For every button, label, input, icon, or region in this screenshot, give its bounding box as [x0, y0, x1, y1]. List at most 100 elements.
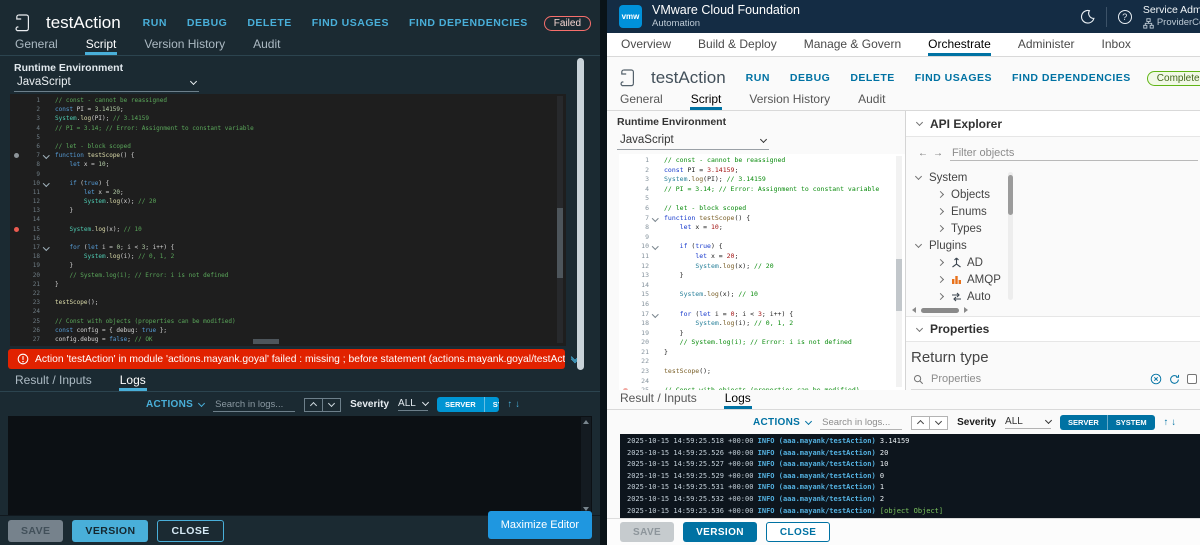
breakpoint-gutter[interactable] [619, 319, 632, 329]
fold-toggle[interactable] [40, 243, 52, 252]
refresh-icon[interactable] [1169, 374, 1180, 385]
version-button[interactable]: VERSION [72, 519, 149, 542]
nav-tab-orchestrate[interactable]: Orchestrate [928, 37, 991, 56]
breakpoint-gutter[interactable] [10, 142, 23, 151]
nav-tab-inbox[interactable]: Inbox [1102, 37, 1131, 56]
log-output[interactable] [8, 416, 592, 515]
breakpoint-gutter[interactable] [10, 179, 23, 188]
breakpoint-gutter[interactable] [619, 214, 632, 224]
breakpoint-gutter[interactable] [619, 310, 632, 320]
array-checkbox[interactable] [1186, 374, 1197, 384]
expander-icon[interactable] [936, 258, 945, 267]
tree-item-enums[interactable]: Enums [908, 203, 1012, 220]
breakpoint-gutter[interactable] [10, 307, 23, 316]
back-icon[interactable]: ← [918, 148, 928, 159]
breakpoint-gutter[interactable] [10, 105, 23, 114]
breakpoint-gutter[interactable] [619, 348, 632, 358]
nav-tab-overview[interactable]: Overview [621, 37, 671, 56]
editor-scrollbar[interactable] [557, 96, 563, 343]
breakpoint-gutter[interactable] [619, 242, 632, 252]
tab-result-inputs[interactable]: Result / Inputs [14, 373, 93, 391]
filter-objects-input[interactable] [950, 146, 1199, 161]
log-output[interactable]: 2025-10-15 14:59:25.518 +00:00 INFO (aaa… [620, 434, 1200, 518]
breakpoint-gutter[interactable] [10, 234, 23, 243]
breakpoint-gutter[interactable] [10, 133, 23, 142]
save-button[interactable]: SAVE [8, 519, 64, 542]
tree-item-types[interactable]: Types [908, 220, 1012, 237]
close-button[interactable]: CLOSE [157, 519, 224, 542]
breakpoint-gutter[interactable] [619, 194, 632, 204]
breakpoint-gutter[interactable] [10, 271, 23, 280]
fold-toggle[interactable] [649, 310, 661, 320]
fold-toggle[interactable] [40, 151, 52, 160]
breakpoint-gutter[interactable] [619, 166, 632, 176]
runtime-select[interactable]: JavaScript [617, 132, 769, 150]
breakpoint-gutter[interactable] [10, 317, 23, 326]
breakpoint-gutter[interactable] [10, 335, 23, 344]
breakpoint-gutter[interactable] [619, 271, 632, 281]
scroll-top-icon[interactable]: ↑ [508, 399, 513, 410]
maximize-editor-button[interactable]: Maximize Editor [487, 511, 592, 539]
breakpoint-gutter[interactable] [10, 215, 23, 224]
editor-scrollbar[interactable] [896, 156, 902, 387]
runtime-select[interactable]: JavaScript [14, 74, 199, 92]
search-next-button[interactable] [929, 415, 949, 430]
action-link-delete[interactable]: DELETE [247, 17, 291, 29]
dark-mode-icon[interactable] [1080, 9, 1095, 24]
breakpoint-gutter[interactable] [10, 225, 23, 234]
scroll-top-icon[interactable]: ↑ [1164, 417, 1169, 428]
expander-icon[interactable] [936, 190, 945, 199]
tab-logs[interactable]: Logs [724, 391, 752, 409]
breakpoint-gutter[interactable] [10, 252, 23, 261]
code-editor[interactable]: 1 // const - cannot be reassigned 2 const P… [619, 154, 905, 390]
breakpoint-gutter[interactable] [619, 357, 632, 367]
breakpoint-gutter[interactable] [619, 262, 632, 272]
tab-audit[interactable]: Audit [857, 92, 886, 110]
expander-icon[interactable] [936, 275, 945, 284]
fold-toggle[interactable] [649, 214, 661, 224]
tab-version-history[interactable]: Version History [748, 92, 831, 110]
editor-h-scrollbar[interactable] [253, 339, 279, 344]
search-next-button[interactable] [322, 397, 342, 412]
server-toggle[interactable]: SERVER [1060, 415, 1107, 430]
breakpoint-gutter[interactable] [619, 281, 632, 291]
breakpoint-gutter[interactable] [619, 252, 632, 262]
breakpoint-gutter[interactable] [10, 206, 23, 215]
breakpoint-gutter[interactable] [10, 151, 23, 160]
severity-select[interactable]: ALL [1005, 416, 1053, 429]
nav-tab-manage-govern[interactable]: Manage & Govern [804, 37, 901, 56]
breakpoint-gutter[interactable] [10, 261, 23, 270]
tab-script[interactable]: Script [85, 37, 118, 55]
action-link-debug[interactable]: DEBUG [790, 72, 830, 84]
code-editor[interactable]: 1 // const - cannot be reassigned 2 const P… [10, 94, 566, 346]
system-toggle[interactable]: SYSTEM [1106, 415, 1155, 430]
server-toggle[interactable]: SERVER [436, 397, 484, 412]
action-link-find-usages[interactable]: FIND USAGES [312, 17, 389, 29]
fold-toggle[interactable] [40, 179, 52, 188]
breakpoint-gutter[interactable] [619, 338, 632, 348]
search-prev-button[interactable] [304, 397, 324, 412]
tree-item-system[interactable]: System [908, 169, 1012, 186]
return-type-input[interactable]: Properties [931, 373, 1143, 385]
tab-general[interactable]: General [14, 37, 59, 55]
action-link-find-dependencies[interactable]: FIND DEPENDENCIES [409, 17, 528, 29]
close-button[interactable]: CLOSE [765, 522, 831, 542]
expander-icon[interactable] [936, 207, 945, 216]
breakpoint-gutter[interactable] [619, 204, 632, 214]
breakpoint-gutter[interactable] [10, 243, 23, 252]
pane-scrollbar[interactable] [577, 58, 584, 370]
breakpoint-gutter[interactable] [619, 175, 632, 185]
breakpoint-gutter[interactable] [10, 289, 23, 298]
expander-icon[interactable] [914, 240, 923, 249]
actions-menu[interactable]: ACTIONS [753, 417, 813, 428]
breakpoint-gutter[interactable] [619, 233, 632, 243]
action-link-debug[interactable]: DEBUG [187, 17, 227, 29]
breakpoint-gutter[interactable] [10, 160, 23, 169]
breakpoint-gutter[interactable] [619, 367, 632, 377]
system-toggle[interactable]: SYSTEM [483, 397, 499, 412]
breakpoint-gutter[interactable] [619, 300, 632, 310]
log-scrollbar[interactable] [581, 417, 591, 514]
tree-h-scrollbar[interactable] [912, 307, 968, 313]
expander-icon[interactable] [936, 292, 945, 301]
forward-icon[interactable]: → [933, 148, 943, 159]
